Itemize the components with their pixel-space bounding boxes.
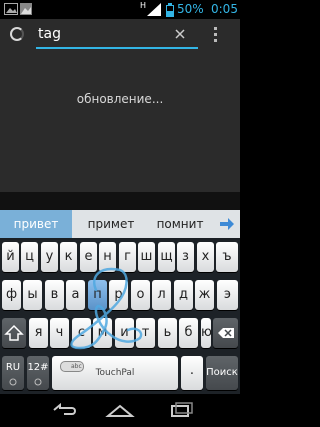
recent-apps-icon[interactable] — [166, 400, 198, 420]
loading-spinner-icon — [10, 27, 24, 41]
photo-notification-icon — [20, 3, 32, 15]
swipe-trace — [70, 267, 143, 350]
navigation-bar — [0, 394, 240, 427]
suggestion-1[interactable]: привет — [0, 210, 72, 238]
close-icon — [175, 29, 185, 39]
suggestion-bar: привет примет помнит — [0, 210, 240, 238]
back-icon[interactable] — [48, 400, 80, 420]
soft-keyboard: привет примет помнит й ц у к е н г ш щ з… — [0, 210, 240, 394]
suggestion-2[interactable]: примет — [74, 210, 148, 238]
image-notification-icon — [4, 3, 18, 15]
home-icon[interactable] — [104, 400, 136, 420]
overflow-menu-icon — [213, 27, 217, 30]
battery-icon — [166, 3, 174, 17]
more-suggestions-icon[interactable] — [220, 217, 234, 231]
content-area: обновление... — [0, 52, 240, 262]
signal-icon — [147, 3, 161, 16]
key-area: й ц у к е н г ш щ з х ъ ф ы в а п р о л … — [0, 240, 240, 394]
suggestion-3[interactable]: помнит — [148, 210, 212, 238]
clear-button[interactable] — [171, 25, 189, 43]
search-underline — [36, 47, 198, 49]
overflow-menu-button[interactable] — [210, 27, 220, 45]
loading-text: обновление... — [76, 92, 164, 106]
network-type-icon: H — [140, 1, 147, 10]
clock: 0:05 — [211, 2, 238, 16]
battery-percent: 50% — [177, 2, 204, 16]
status-bar: H 50% 0:05 — [0, 0, 240, 19]
search-bar — [0, 19, 240, 52]
